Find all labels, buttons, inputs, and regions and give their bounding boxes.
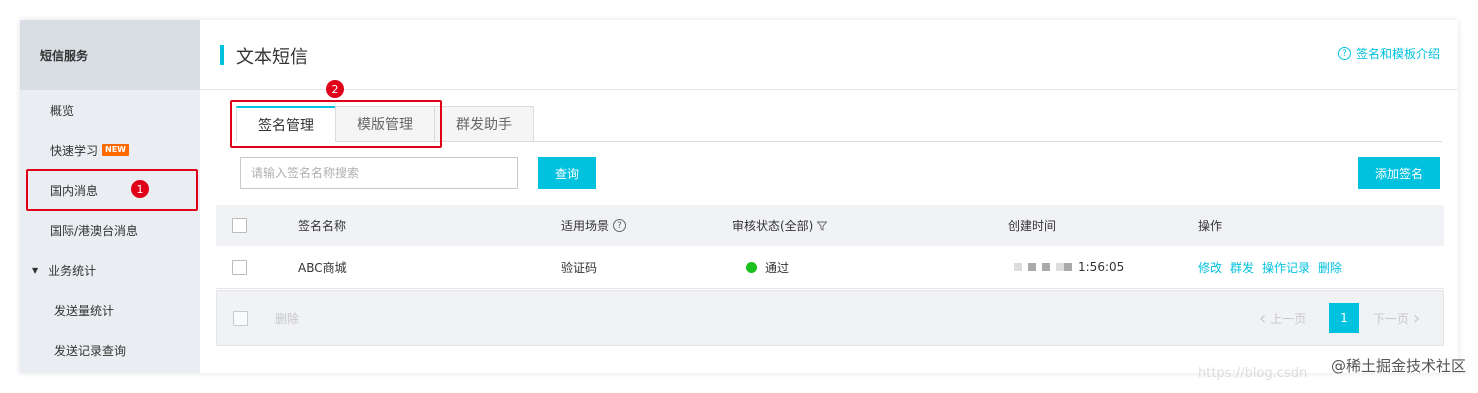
column-header-status-label: 审核状态(全部) (732, 219, 814, 233)
column-header-status: 审核状态(全部) (732, 205, 828, 246)
operation-log-link[interactable]: 操作记录 (1262, 259, 1310, 276)
delete-link[interactable]: 删除 (1318, 259, 1342, 276)
sidebar-item-international-messages[interactable]: 国际/港澳台消息 (20, 210, 200, 250)
column-header-created-time: 创建时间 (1008, 219, 1057, 233)
row-actions: 修改 群发 操作记录 删除 (1198, 246, 1350, 288)
row-checkbox[interactable] (232, 259, 247, 275)
sidebar-item-label: 发送记录查询 (54, 343, 127, 358)
page-title: 文本短信 (236, 47, 308, 68)
app-frame: 短信服务 概览 快速学习 NEW 国内消息 国际/港澳台消息 ▼ 业务统计 发送… (20, 20, 1458, 373)
column-header-scene-label: 适用场景 (561, 219, 610, 233)
signature-search-input[interactable] (240, 157, 518, 189)
signature-table: 签名名称 适用场景 ? 审核状态(全部) 创建时间 操作 ABC商城 验证码 通… (216, 205, 1444, 289)
prev-page-label: 上一页 (1270, 311, 1307, 326)
sidebar-header: 短信服务 (20, 20, 200, 90)
sidebar-item-quick-learn[interactable]: 快速学习 NEW (20, 130, 200, 170)
redacted-block (1064, 263, 1072, 271)
table-row: ABC商城 验证码 通过 1:56:05 修改 群发 操作记录 删除 (216, 246, 1444, 289)
sidebar-item-overview[interactable]: 概览 (20, 90, 200, 130)
annotation-box-1 (26, 169, 198, 211)
chevron-right-icon: › (1413, 307, 1421, 329)
redacted-block (1014, 263, 1022, 271)
prev-page-button[interactable]: ‹ 上一页 (1259, 303, 1306, 333)
question-circle-icon[interactable]: ? (613, 219, 627, 232)
title-accent-bar (220, 45, 224, 65)
url-watermark: https://blog.csdn (1198, 366, 1308, 381)
annotation-badge-1: 1 (131, 180, 149, 198)
status-text: 通过 (765, 260, 790, 275)
created-time: 1:56:05 (1014, 246, 1124, 288)
select-all-checkbox[interactable] (232, 218, 247, 233)
help-link[interactable]: ? 签名和模板介绍 (1337, 45, 1440, 62)
sidebar-item-label: 国际/港澳台消息 (50, 223, 139, 238)
table-header: 签名名称 适用场景 ? 审核状态(全部) 创建时间 操作 (216, 205, 1444, 246)
sidebar: 短信服务 概览 快速学习 NEW 国内消息 国际/港澳台消息 ▼ 业务统计 发送… (20, 20, 200, 373)
sidebar-item-label: 业务统计 (48, 263, 97, 278)
table-footer: 删除 ‹ 上一页 1 下一页 › (216, 290, 1444, 346)
sidebar-item-send-records[interactable]: 发送记录查询 (20, 330, 200, 370)
filter-icon[interactable] (817, 221, 828, 231)
question-circle-icon: ? (1337, 47, 1351, 60)
watermark: @稀土掘金技术社区 (1330, 357, 1466, 375)
caret-down-icon: ▼ (32, 265, 39, 275)
add-signature-button[interactable]: 添加签名 (1358, 157, 1440, 189)
created-time-text: 1:56:05 (1078, 260, 1125, 274)
sidebar-group-business-stats[interactable]: ▼ 业务统计 (20, 250, 200, 290)
column-header-actions: 操作 (1198, 219, 1223, 233)
edit-link[interactable]: 修改 (1198, 259, 1222, 276)
next-page-button[interactable]: 下一页 › (1373, 303, 1420, 333)
redacted-block (1056, 263, 1064, 271)
sidebar-item-label: 发送量统计 (54, 303, 115, 318)
signature-scene: 验证码 (561, 260, 598, 275)
annotation-box-2 (230, 100, 442, 148)
redacted-block (1028, 263, 1036, 271)
sidebar-item-label: 快速学习 (50, 143, 99, 158)
bulk-send-link[interactable]: 群发 (1230, 259, 1254, 276)
sidebar-item-send-volume[interactable]: 发送量统计 (20, 290, 200, 330)
help-link-label: 签名和模板介绍 (1355, 47, 1440, 61)
bulk-delete-button[interactable]: 删除 (275, 291, 299, 345)
new-badge: NEW (102, 144, 129, 156)
status-dot (746, 261, 757, 273)
next-page-label: 下一页 (1373, 311, 1410, 326)
page-header: 文本短信 ? 签名和模板介绍 (200, 20, 1458, 90)
sidebar-item-label: 概览 (50, 103, 75, 118)
review-status: 通过 (746, 246, 789, 288)
annotation-badge-2: 2 (326, 80, 344, 98)
redacted-block (1042, 263, 1050, 271)
column-header-name: 签名名称 (298, 219, 347, 233)
query-button[interactable]: 查询 (538, 157, 596, 189)
footer-select-checkbox[interactable] (233, 310, 248, 326)
column-header-scene: 适用场景 ? (561, 205, 627, 246)
tab-bulk-send-assistant[interactable]: 群发助手 (434, 106, 534, 142)
chevron-left-icon: ‹ (1259, 307, 1267, 329)
signature-name: ABC商城 (298, 260, 347, 275)
page-number-current[interactable]: 1 (1329, 303, 1359, 333)
